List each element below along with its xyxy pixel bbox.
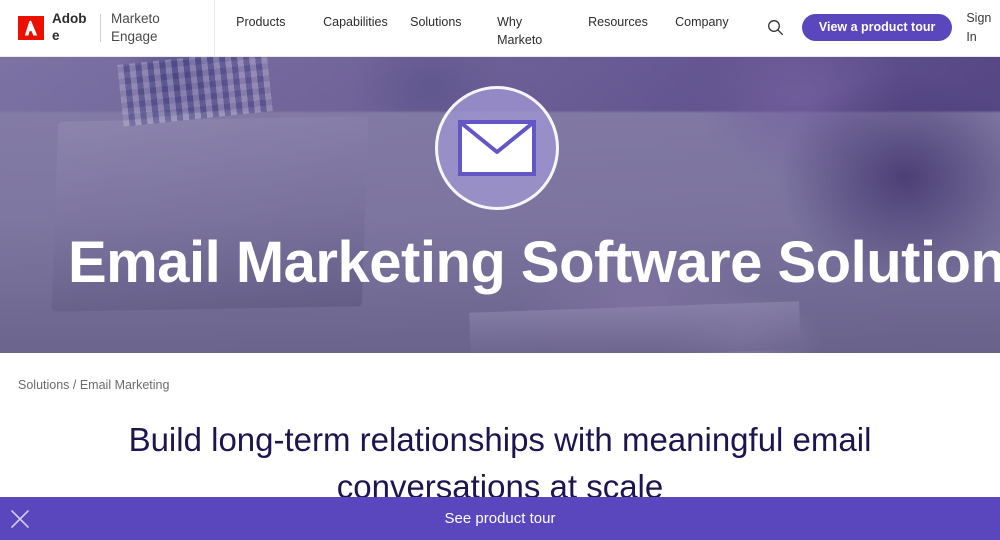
nav-item-resources[interactable]: Resources <box>588 13 650 31</box>
breadcrumb[interactable]: Solutions / Email Marketing <box>18 378 169 392</box>
nav-item-capabilities[interactable]: Capabilities <box>323 13 388 31</box>
nav-item-why-marketo[interactable]: Why Marketo <box>497 13 563 49</box>
view-product-tour-button[interactable]: View a product tour <box>801 13 953 41</box>
hero-title: Email Marketing Software Solution <box>68 230 1000 295</box>
adobe-logo-icon <box>18 16 44 40</box>
envelope-icon <box>457 119 537 177</box>
nav-item-solutions[interactable]: Solutions <box>410 13 472 31</box>
main-navigation: Products Capabilities Solutions Why Mark… <box>236 0 762 57</box>
brand-logo[interactable]: Adobe Marketo Engage <box>0 0 216 57</box>
hero-section: Email Marketing Software Solution <box>0 57 1000 353</box>
product-tour-banner[interactable]: See product tour <box>0 497 1000 540</box>
sign-in-link[interactable]: Sign In <box>966 9 1000 45</box>
brand-divider <box>100 14 101 42</box>
banner-label[interactable]: See product tour <box>445 510 556 527</box>
hero-icon-badge <box>435 86 559 210</box>
page-root: Adobe Marketo Engage Products Capabiliti… <box>0 0 1000 540</box>
brand-sub-name: Marketo Engage <box>111 11 160 44</box>
close-icon[interactable] <box>9 508 31 530</box>
nav-item-company[interactable]: Company <box>675 13 737 31</box>
site-header: Adobe Marketo Engage Products Capabiliti… <box>0 0 1000 57</box>
brand-name: Adobe <box>52 11 87 43</box>
search-icon[interactable] <box>764 15 788 39</box>
nav-item-products[interactable]: Products <box>236 13 298 31</box>
